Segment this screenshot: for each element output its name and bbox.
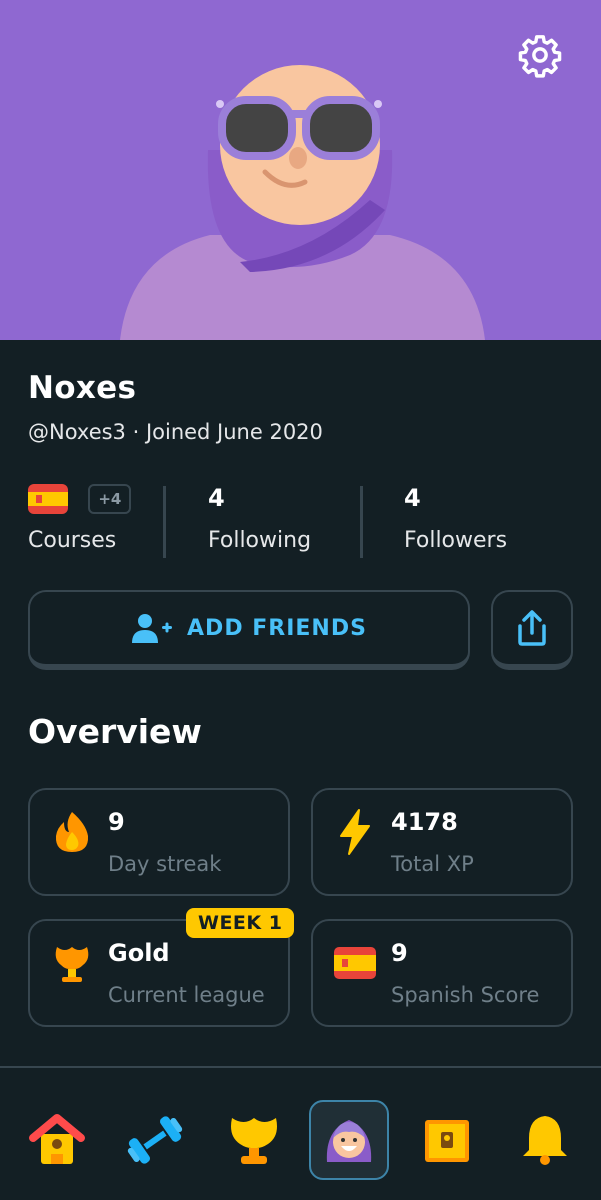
current-league-label: Current league xyxy=(108,983,265,1007)
home-icon xyxy=(29,1114,85,1164)
bottom-navigation xyxy=(0,1066,601,1200)
total-xp-label: Total XP xyxy=(391,852,474,876)
nav-profile[interactable] xyxy=(309,1100,389,1180)
following-label: Following xyxy=(208,528,312,553)
profile-stats: +4 Courses 4 Following 4 Followers xyxy=(28,482,573,562)
week-badge: WEEK 1 xyxy=(186,908,295,938)
nav-notifications[interactable] xyxy=(505,1100,585,1180)
spanish-score-card: 9 Spanish Score xyxy=(311,919,573,1027)
dumbbell-icon xyxy=(127,1116,183,1164)
total-xp-card: 4178 Total XP xyxy=(311,788,573,896)
share-icon xyxy=(518,610,546,646)
profile-avatar-icon xyxy=(326,1120,372,1162)
stats-divider xyxy=(163,486,166,558)
stats-divider xyxy=(360,486,363,558)
courses-stat[interactable]: +4 Courses xyxy=(28,482,158,562)
trophy-icon xyxy=(231,1118,277,1164)
avatar-illustration xyxy=(120,65,485,340)
nav-leaderboard[interactable] xyxy=(214,1100,294,1180)
overview-title: Overview xyxy=(28,712,202,751)
add-user-icon xyxy=(132,614,173,643)
current-league-value: Gold xyxy=(108,939,170,967)
day-streak-label: Day streak xyxy=(108,852,222,876)
profile-avatar-banner xyxy=(0,0,601,340)
gear-icon xyxy=(518,35,562,78)
following-count: 4 xyxy=(208,484,225,512)
following-stat[interactable]: 4 Following xyxy=(208,482,358,562)
gold-trophy-icon xyxy=(50,941,94,985)
nav-shop[interactable] xyxy=(407,1100,487,1180)
treasure-chest-icon xyxy=(425,1120,469,1162)
followers-count: 4 xyxy=(404,484,421,512)
profile-meta: @Noxes3 · Joined June 2020 xyxy=(28,420,323,444)
lightning-icon xyxy=(333,809,377,855)
spanish-score-label: Spanish Score xyxy=(391,983,540,1007)
fire-icon xyxy=(50,810,94,854)
day-streak-value: 9 xyxy=(108,808,125,836)
nav-home[interactable] xyxy=(17,1100,97,1180)
followers-label: Followers xyxy=(404,528,508,553)
add-friends-button[interactable]: ADD FRIENDS xyxy=(28,590,470,670)
profile-header: Noxes @Noxes3 · Joined June 2020 xyxy=(28,370,573,444)
total-xp-value: 4178 xyxy=(391,808,458,836)
courses-label: Courses xyxy=(28,528,117,553)
profile-name: Noxes xyxy=(28,370,137,406)
spanish-score-value: 9 xyxy=(391,939,408,967)
followers-stat[interactable]: 4 Followers xyxy=(404,482,564,562)
settings-button[interactable] xyxy=(517,32,565,80)
add-friends-label: ADD FRIENDS xyxy=(187,615,367,641)
courses-extra-badge: +4 xyxy=(88,484,132,514)
nav-practice[interactable] xyxy=(115,1100,195,1180)
bell-icon xyxy=(523,1116,567,1165)
day-streak-card: 9 Day streak xyxy=(28,788,290,896)
share-profile-button[interactable] xyxy=(491,590,573,670)
spain-flag-icon xyxy=(333,941,377,985)
spain-flag-icon xyxy=(28,484,68,514)
